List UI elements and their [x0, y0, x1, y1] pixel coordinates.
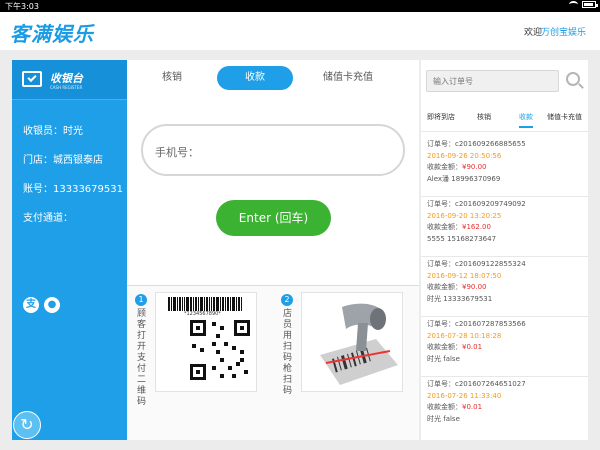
refresh-icon: ↻ — [20, 415, 34, 434]
order-time: 2016-09-26 20:50:56 — [427, 151, 502, 160]
store-name: 门店：城西银泰店 — [23, 155, 103, 166]
tab-collect[interactable]: 收款 — [217, 66, 293, 90]
barcode-number: *1234567890* — [184, 311, 221, 317]
order-amount: 收款金额：¥90.00 — [427, 163, 487, 171]
order-number: 订单号：c201607287853566 — [427, 320, 526, 328]
order-item[interactable]: 订单号：c201609209749092 2016-09-20 13:20:25… — [421, 197, 588, 257]
cashier-monitor-icon — [22, 71, 42, 87]
status-icons — [569, 1, 598, 8]
tab-stored-card[interactable]: 储值卡充值 — [305, 66, 391, 90]
step-1-text: 顾客打开支付二维码 — [136, 309, 146, 407]
order-number: 订单号：c201607264651027 — [427, 380, 526, 388]
order-tabs: 即将到店 核销 收款 储值卡充值 — [421, 108, 588, 132]
phone-label: 手机号： — [155, 146, 199, 159]
order-time: 2016-07-26 11:33:40 — [427, 391, 502, 400]
order-time: 2016-09-12 18:07:50 — [427, 271, 502, 280]
welcome-text: 欢迎 — [523, 28, 542, 38]
battery-icon — [582, 1, 598, 8]
orders-panel: 即将到店 核销 收款 储值卡充值 订单号：c201609266885655 20… — [421, 60, 588, 440]
tab-verified[interactable]: 核销 — [477, 112, 491, 122]
order-item[interactable]: 订单号：c201607287853566 2016-07-28 10:18:28… — [421, 317, 588, 377]
order-item[interactable]: 订单号：c201609266885655 2016-09-26 20:50:56… — [421, 137, 588, 197]
barcode-scanner-image — [301, 292, 403, 392]
order-time: 2016-09-20 13:20:25 — [427, 211, 502, 220]
order-amount: 收款金额：¥90.00 — [427, 283, 487, 291]
order-number: 订单号：c201609122855324 — [427, 260, 526, 268]
order-item[interactable]: 订单号：c201607264651027 2016-07-26 11:33:40… — [421, 377, 588, 437]
order-amount: 收款金额：¥0.01 — [427, 343, 483, 351]
order-time: 2016-07-28 10:18:28 — [427, 331, 502, 340]
account-number: 账号：13333679531 — [23, 184, 123, 195]
qr-code — [190, 320, 250, 380]
order-item[interactable]: 订单号：c201609122855324 2016-09-12 18:07:50… — [421, 257, 588, 317]
order-customer: 时光 false — [427, 414, 460, 423]
app-logo: 客满娱乐 — [10, 22, 94, 46]
search-icon[interactable] — [566, 72, 580, 86]
cashier-name: 收银员：时光 — [23, 126, 83, 137]
status-time: 下午3:03 — [5, 2, 39, 11]
tab-verify[interactable]: 核销 — [147, 66, 197, 90]
phone-field[interactable]: 手机号： — [141, 124, 405, 176]
order-search-input[interactable] — [426, 70, 559, 92]
cashier-subtitle: CASH REGISTER — [50, 85, 83, 90]
order-customer: 时光 13333679531 — [427, 294, 493, 303]
alipay-icon[interactable]: 支 — [23, 297, 39, 313]
payment-instructions: 1 顾客打开支付二维码 *1234567890* 2 店员用扫码枪扫码 — [127, 285, 419, 440]
status-bar: 下午3:03 — [0, 0, 600, 12]
pay-channel-label: 支付通道： — [23, 213, 73, 224]
order-amount: 收款金额：¥0.01 — [427, 403, 483, 411]
refresh-button[interactable]: ↻ — [13, 411, 41, 439]
pay-channel-icons: 支 ● — [23, 297, 60, 313]
wifi-icon — [569, 1, 578, 8]
wechat-icon[interactable]: ● — [44, 297, 60, 313]
order-number: 订单号：c201609209749092 — [427, 200, 526, 208]
order-customer: Alex潘 18996370969 — [427, 174, 501, 183]
cashier-title: 收银台 — [50, 72, 83, 85]
cashier-header: 收银台 CASH REGISTER — [12, 60, 127, 100]
enter-button[interactable]: Enter (回车) — [216, 200, 331, 236]
payment-panel: 核销 收款 储值卡充值 手机号： Enter (回车) 1 顾客打开支付二维码 … — [127, 60, 419, 440]
payment-tabs: 核销 收款 储值卡充值 — [127, 66, 419, 92]
qr-code-image: *1234567890* — [155, 292, 257, 392]
order-number: 订单号：c201609266885655 — [427, 140, 526, 148]
step-2-text: 店员用扫码枪扫码 — [282, 309, 292, 396]
phone-input[interactable] — [205, 138, 393, 164]
tab-collected[interactable]: 收款 — [519, 112, 533, 128]
scanner-icon — [320, 303, 398, 385]
barcode-image — [168, 297, 258, 311]
order-amount: 收款金额：¥162.00 — [427, 223, 491, 231]
user-link[interactable]: 万创宝娱乐 — [541, 25, 586, 38]
tab-upcoming[interactable]: 即将到店 — [427, 112, 455, 122]
order-customer: 时光 false — [427, 354, 460, 363]
tab-stored-card-recharge[interactable]: 储值卡充值 — [547, 112, 582, 122]
step-2-number: 2 — [281, 294, 293, 306]
step-1-number: 1 — [135, 294, 147, 306]
order-customer: 5555 15168273647 — [427, 234, 497, 243]
cashier-sidebar: 收银台 CASH REGISTER 收银员：时光 门店：城西银泰店 账号：133… — [12, 60, 127, 440]
app-header: 客满娱乐 欢迎 万创宝娱乐 — [0, 12, 600, 50]
